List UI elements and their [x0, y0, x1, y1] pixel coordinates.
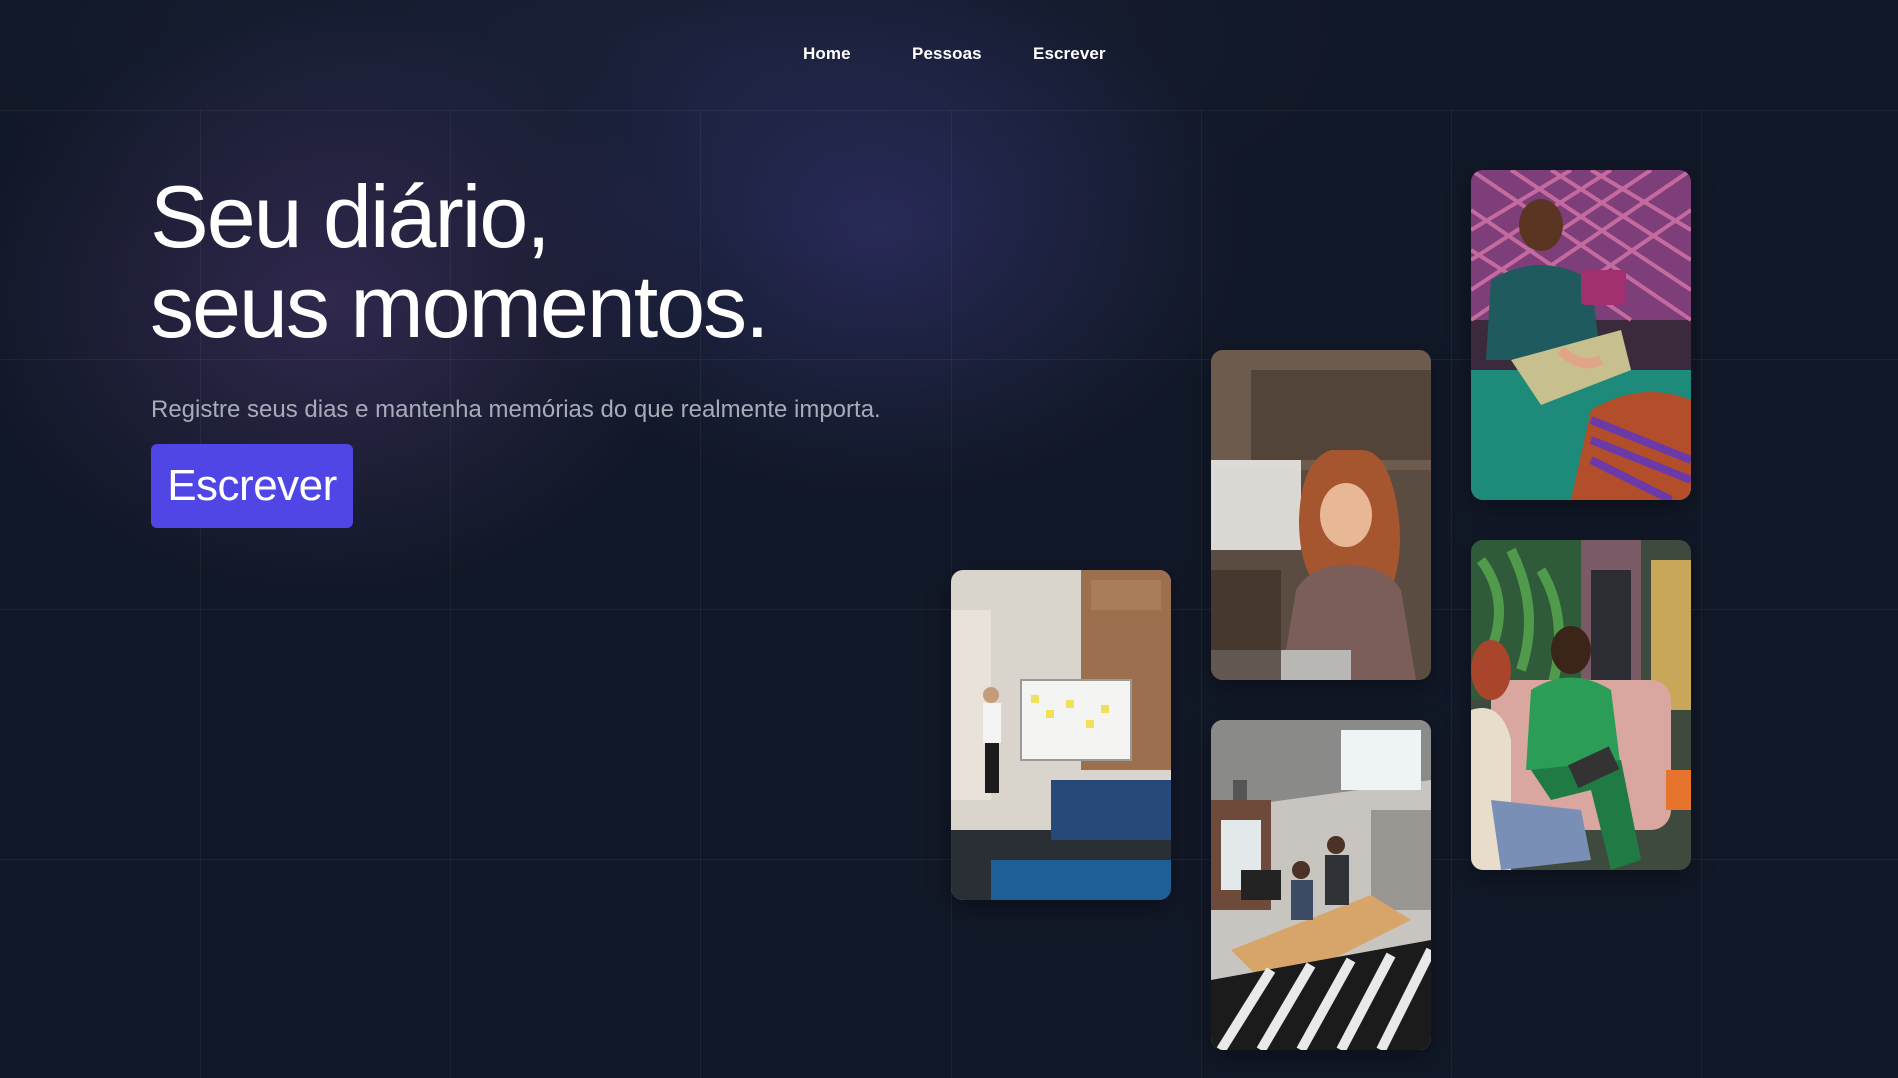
- grid-line: [1701, 110, 1702, 1078]
- photo-man-tablet-image: [1471, 170, 1691, 500]
- photo-open-office-image: [1211, 720, 1431, 1050]
- nav-escrever-link[interactable]: Escrever: [1033, 44, 1106, 64]
- photo-open-office: [1211, 720, 1431, 1050]
- grid-line: [0, 110, 1898, 111]
- photo-whiteboard-meeting-image: [951, 570, 1171, 900]
- hero-title-line-1: Seu diário,: [150, 167, 551, 266]
- nav-home-link[interactable]: Home: [803, 44, 851, 64]
- photo-man-tablet: [1471, 170, 1691, 500]
- photo-woman-laptop-image: [1211, 350, 1431, 680]
- page: Home Pessoas Escrever Seu diário, seus m…: [0, 0, 1898, 1078]
- photo-women-sofa-image: [1471, 540, 1691, 870]
- grid-line: [1451, 110, 1452, 1078]
- hero-subtitle: Registre seus dias e mantenha memórias d…: [151, 396, 881, 423]
- photo-women-sofa: [1471, 540, 1691, 870]
- photo-whiteboard-meeting: [951, 570, 1171, 900]
- hero-title-line-2: seus momentos.: [150, 257, 770, 356]
- nav-pessoas-link[interactable]: Pessoas: [912, 44, 982, 64]
- hero-title: Seu diário, seus momentos.: [150, 167, 770, 356]
- grid-line: [1201, 110, 1202, 1078]
- photo-woman-laptop: [1211, 350, 1431, 680]
- write-button[interactable]: Escrever: [151, 444, 353, 528]
